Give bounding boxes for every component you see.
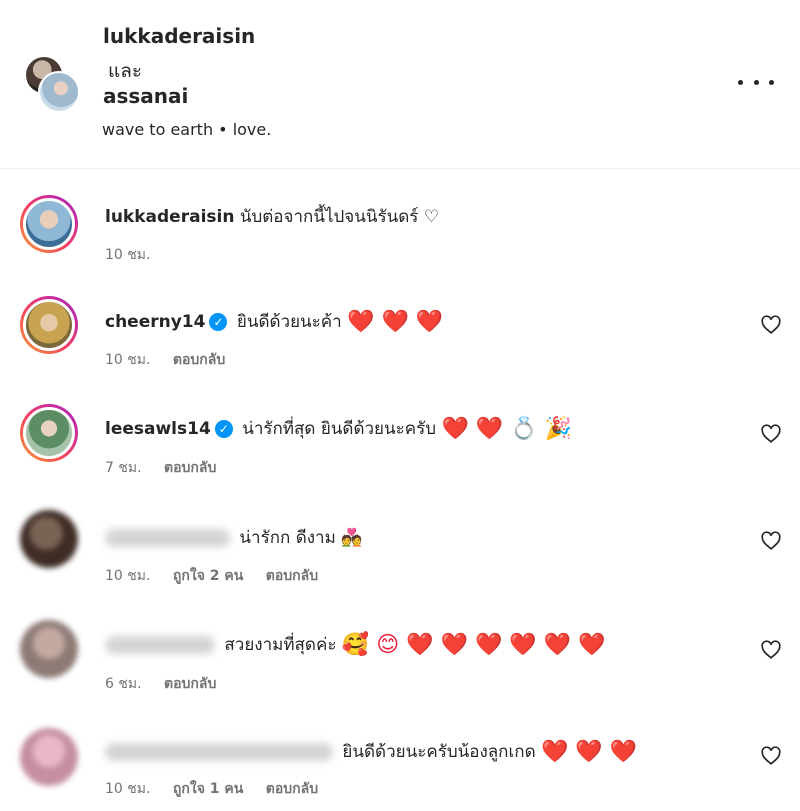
comment-text: น่ารักก ดีงาม	[239, 528, 336, 548]
likes-count[interactable]: ถูกใจ 1 คน	[173, 781, 243, 797]
comment-time: 10 ชม.	[105, 352, 151, 368]
avatar[interactable]	[38, 71, 80, 113]
comment-time: 10 ชม.	[105, 568, 151, 584]
comment-meta: 6 ชม. ตอบกลับ	[105, 673, 234, 695]
comment-username[interactable]: lukkaderaisin	[105, 207, 234, 227]
comment-meta: 10 ชม. ถูกใจ 2 คน ตอบกลับ	[105, 565, 336, 587]
comment-time: 10 ชม.	[105, 247, 151, 263]
avatar[interactable]	[20, 620, 78, 678]
reply-button[interactable]: ตอบกลับ	[164, 460, 216, 476]
blurred-username	[105, 529, 230, 547]
username-link[interactable]: assanai	[103, 84, 188, 108]
reply-button[interactable]: ตอบกลับ	[164, 676, 216, 692]
comment-emoji: 💑	[341, 528, 363, 548]
comment-body: leesawls14 ✓ น่ารักที่สุด ยินดีด้วยนะครับ…	[105, 415, 572, 442]
heart-emoji: ❤️ ❤️ ❤️	[541, 739, 638, 765]
comment-emoji: 🥰 😊 ❤️ ❤️ ❤️ ❤️ ❤️ ❤️	[341, 632, 606, 658]
more-horizontal-icon[interactable]	[738, 70, 774, 94]
comment-text: สวยงามที่สุดค่ะ	[224, 635, 337, 655]
audio-link[interactable]: wave to earth • love.	[102, 120, 271, 139]
avatar[interactable]	[20, 728, 78, 786]
post-header: lukkaderaisin และ assanai wave to earth …	[0, 0, 800, 168]
comment-time: 6 ชม.	[105, 676, 142, 692]
reply-button[interactable]: ตอบกลับ	[266, 781, 318, 797]
likes-count[interactable]: ถูกใจ 2 คน	[173, 568, 243, 584]
comment-body: ยินดีด้วยนะครับน้องลูกเกด ❤️ ❤️ ❤️	[105, 738, 637, 765]
verified-badge-icon: ✓	[209, 313, 228, 331]
comment-meta: 7 ชม. ตอบกลับ	[105, 457, 234, 479]
avatar[interactable]	[20, 195, 78, 253]
heart-outline-icon[interactable]	[760, 423, 782, 445]
comment-time: 7 ชม.	[105, 460, 142, 476]
comment-username[interactable]: leesawls14	[105, 419, 211, 439]
heart-emoji: ❤️ ❤️ 💍 🎉	[441, 416, 573, 442]
heart-emoji: ❤️ ❤️ ❤️	[347, 309, 444, 335]
comment-body: น่ารักก ดีงาม 💑	[105, 524, 362, 551]
conjunction-text: และ	[108, 60, 143, 82]
heart-outline-icon[interactable]	[760, 314, 782, 336]
comment-meta: 10 ชม. ตอบกลับ	[105, 349, 243, 371]
comment-meta: 10 ชม.	[105, 244, 168, 266]
comment-body: cheerny14 ✓ ยินดีด้วยนะค้า ❤️ ❤️ ❤️	[105, 308, 443, 335]
comment-body: lukkaderaisin นับต่อจากนี้ไปจนนิรันดร์ ♡	[105, 203, 439, 230]
comment-text: น่ารักที่สุด ยินดีด้วยนะครับ	[242, 419, 437, 439]
reply-button[interactable]: ตอบกลับ	[173, 352, 225, 368]
comment-body: สวยงามที่สุดค่ะ 🥰 😊 ❤️ ❤️ ❤️ ❤️ ❤️ ❤️	[105, 631, 606, 658]
collab-avatars[interactable]	[24, 55, 80, 113]
comment-username[interactable]: cheerny14	[105, 312, 205, 332]
avatar[interactable]	[20, 510, 78, 568]
heart-outline-icon[interactable]	[760, 639, 782, 661]
comment-meta: 10 ชม. ถูกใจ 1 คน ตอบกลับ	[105, 778, 336, 800]
comment-time: 10 ชม.	[105, 781, 151, 797]
blurred-username	[105, 743, 333, 761]
username-link[interactable]: lukkaderaisin	[103, 24, 255, 48]
verified-badge-icon: ✓	[214, 420, 233, 438]
blurred-username	[105, 636, 215, 654]
heart-outline-icon[interactable]	[760, 745, 782, 767]
divider	[0, 168, 800, 169]
avatar[interactable]	[20, 296, 78, 354]
avatar[interactable]	[20, 404, 78, 462]
comment-text: ยินดีด้วยนะครับน้องลูกเกด	[342, 742, 536, 762]
reply-button[interactable]: ตอบกลับ	[266, 568, 318, 584]
heart-outline-icon[interactable]	[760, 530, 782, 552]
comment-text: นับต่อจากนี้ไปจนนิรันดร์ ♡	[239, 207, 440, 227]
comment-text: ยินดีด้วยนะค้า	[236, 312, 342, 332]
